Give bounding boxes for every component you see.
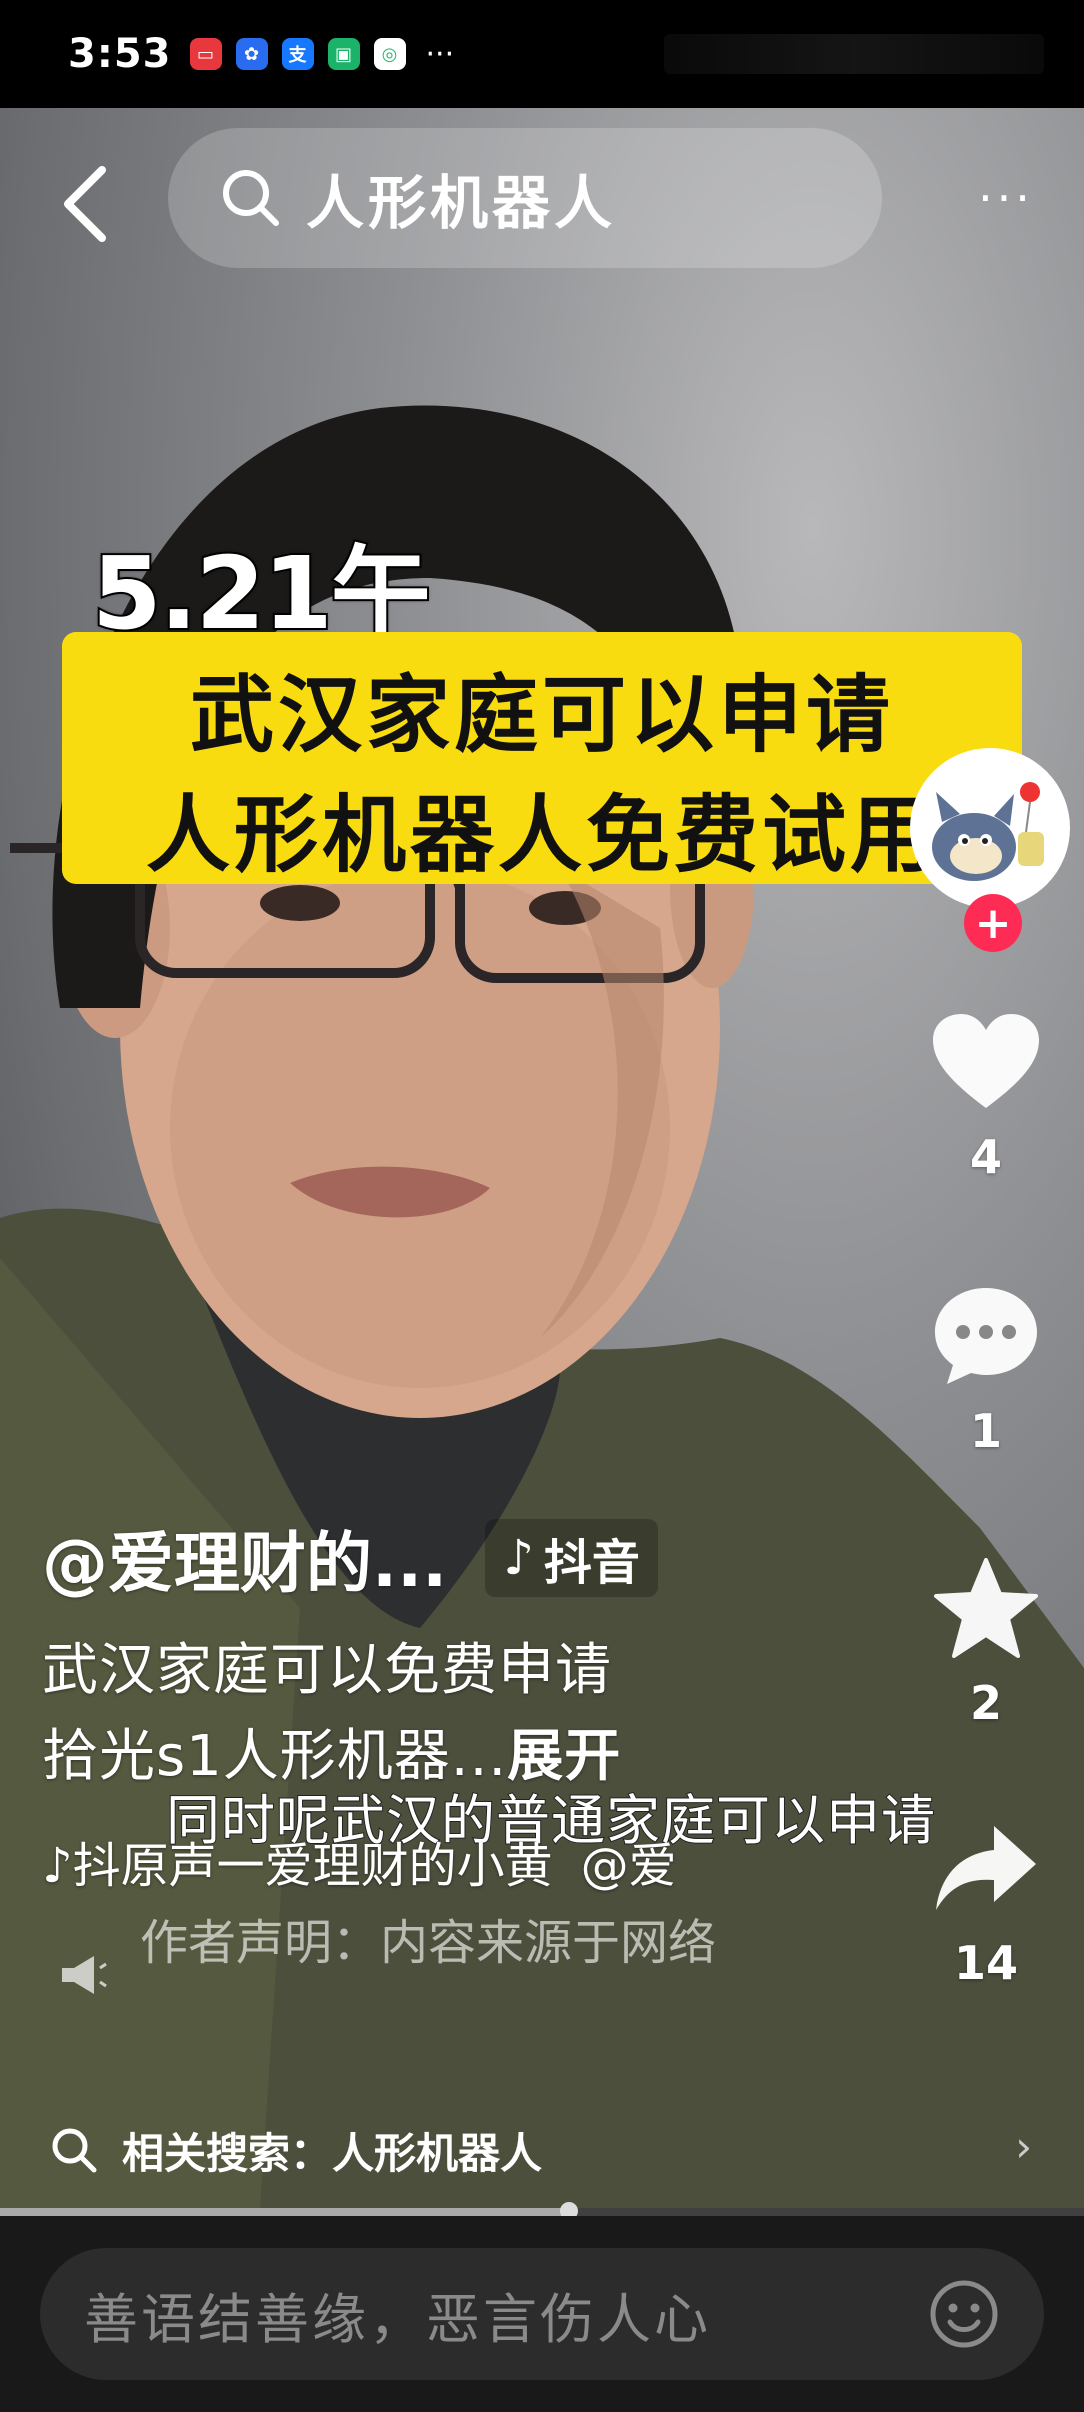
megaphone-icon: [62, 1956, 107, 1994]
video-description[interactable]: 武汉家庭可以免费申请 拾光s1人形机器...展开: [42, 1628, 942, 1800]
baidu-app-icon: ✿: [235, 38, 268, 70]
music-title: ♪抖原声一爱理财的小黄: [42, 1838, 553, 1894]
like-count: 4: [969, 1130, 1002, 1184]
notification-icons: ▭ ✿ 支 ▣ ◎ ···: [189, 36, 455, 72]
search-icon: [218, 165, 284, 231]
related-search-bar[interactable]: 相关搜索：人形机器人 ›: [0, 2100, 1084, 2200]
chevron-right-icon: ›: [1015, 2122, 1032, 2171]
douyin-logo-icon: ♪: [503, 1530, 534, 1586]
comment-button[interactable]: 1: [898, 1278, 1074, 1458]
share-count: 14: [953, 1936, 1018, 1990]
music-row[interactable]: ♪抖原声一爱理财的小黄 @爱: [42, 1826, 710, 1896]
comment-bar: 善语结善缘，恶言伤人心: [0, 2216, 1084, 2412]
more-notifications-icon: ···: [425, 36, 455, 72]
search-query: 人形机器人: [306, 169, 617, 237]
comment-placeholder: 善语结善缘，恶言伤人心: [84, 2287, 711, 2351]
mention-text: @爱: [580, 1838, 677, 1894]
star-icon: [928, 1550, 1044, 1666]
comment-input[interactable]: 善语结善缘，恶言伤人心: [40, 2248, 1044, 2380]
related-search-icon: [46, 2122, 102, 2178]
platform-badge: ♪ 抖音: [485, 1519, 658, 1597]
emoji-icon[interactable]: [928, 2278, 1000, 2350]
back-arrow-icon: [64, 166, 106, 242]
back-button[interactable]: [50, 164, 120, 244]
heart-icon: [928, 1004, 1044, 1120]
progress-fill: [0, 2208, 570, 2216]
status-time: 3:53: [68, 31, 172, 77]
statement-text: 作者声明：内容来源于网络: [140, 1915, 717, 1971]
related-search-label: 相关搜索：人形机器人: [122, 2128, 543, 2178]
meituan-app-icon: ▣: [327, 38, 360, 70]
platform-badge-label: 抖音: [543, 1535, 640, 1591]
author-statement: 作者声明：内容来源于网络: [56, 1914, 716, 2002]
author-name[interactable]: @爱理财的...: [42, 1510, 447, 1606]
share-arrow-icon: [928, 1810, 1044, 1926]
video-progress-bar[interactable]: [0, 2202, 1084, 2220]
app-circle-icon: ◎: [373, 38, 406, 70]
comment-count: 1: [969, 1404, 1002, 1458]
comment-bubble-icon: [928, 1278, 1044, 1394]
like-button[interactable]: 4: [898, 1004, 1074, 1184]
status-bar: 3:53 ▭ ✿ 支 ▣ ◎ ···: [0, 0, 1084, 108]
video-info: @爱理财的... ♪ 抖音 武汉家庭可以免费申请 拾光s1人形机器...展开: [42, 1510, 942, 1800]
creator-avatar[interactable]: [910, 748, 1070, 908]
cat-avatar-image: [914, 752, 1066, 904]
status-system-icons: [664, 34, 1044, 74]
follow-button[interactable]: +: [964, 894, 1022, 952]
shopping-app-icon: ▭: [189, 38, 222, 70]
more-options-button[interactable]: ···: [966, 168, 1046, 228]
description-line-1: 武汉家庭可以免费申请: [42, 1638, 612, 1703]
search-box[interactable]: 人形机器人: [168, 128, 882, 268]
top-bar: 人形机器人 ···: [0, 128, 1084, 268]
alipay-app-icon: 支: [281, 38, 314, 70]
